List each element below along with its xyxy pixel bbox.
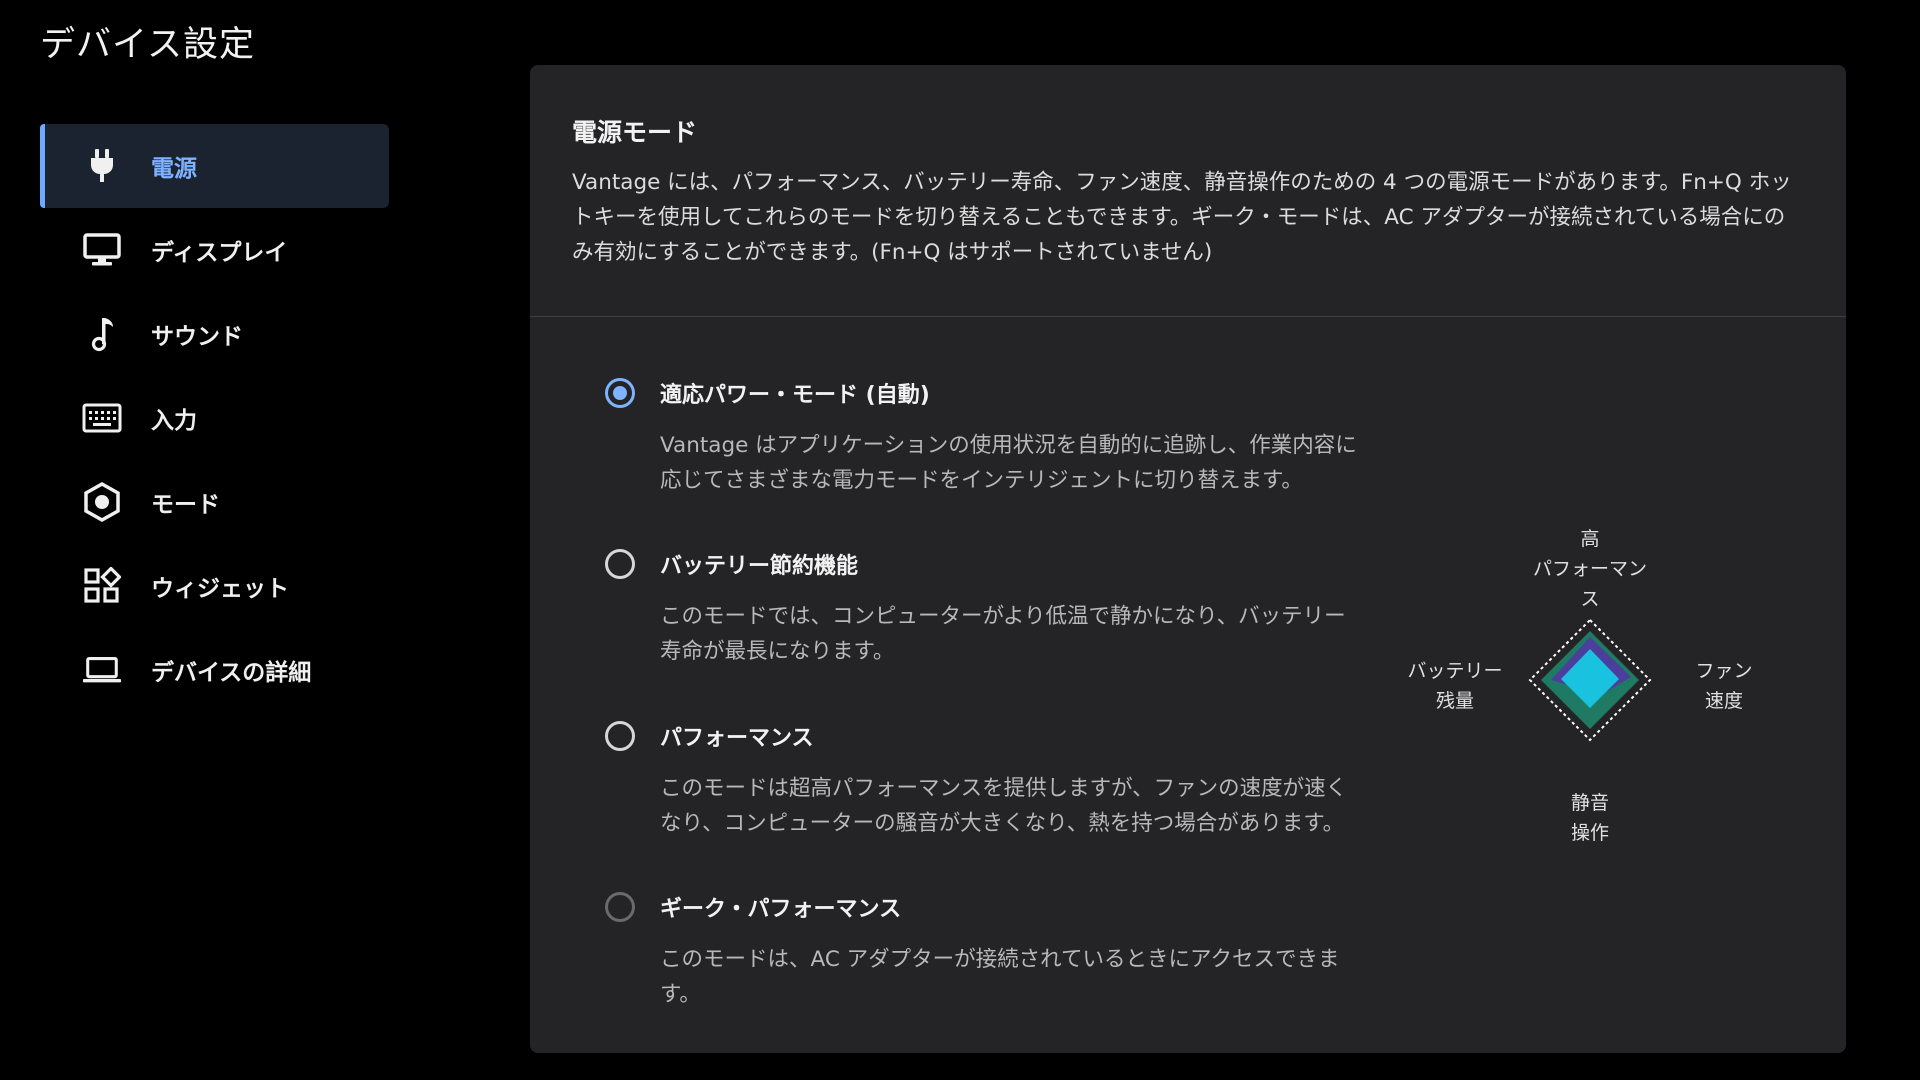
sidebar-item-label: 入力 bbox=[151, 408, 197, 434]
sidebar-item-sound[interactable]: サウンド bbox=[40, 292, 389, 376]
power-mode-header: 電源モード Vantage には、パフォーマンス、バッテリー寿命、ファン速度、静… bbox=[530, 65, 1846, 317]
section-title: 電源モード bbox=[572, 118, 698, 147]
option-description: Vantage はアプリケーションの使用状況を自動的に追跡し、作業内容に応じてさ… bbox=[660, 433, 1357, 493]
page-title: デバイス設定 bbox=[40, 25, 255, 65]
sidebar-item-label: デバイスの詳細 bbox=[151, 660, 312, 686]
plug-icon bbox=[82, 146, 122, 186]
sidebar-item-input[interactable]: 入力 bbox=[40, 376, 389, 460]
option-title: 適応パワー・モード (自動) bbox=[660, 383, 930, 408]
section-description: Vantage には、パフォーマンス、バッテリー寿命、ファン速度、静音操作のため… bbox=[572, 170, 1792, 265]
mode-radar-chart: 高 パフォーマンス ファン 速度 静音 操作 バッテリー 残量 bbox=[1380, 510, 1800, 870]
sidebar-item-label: サウンド bbox=[151, 324, 243, 350]
radar-label-performance: 高 パフォーマンス bbox=[1532, 528, 1647, 610]
sidebar-item-label: モード bbox=[151, 492, 220, 518]
laptop-icon bbox=[82, 650, 122, 690]
option-title: パフォーマンス bbox=[660, 726, 814, 751]
sidebar-item-label: 電源 bbox=[151, 156, 197, 182]
radar-label-fan-speed: ファン 速度 bbox=[1695, 660, 1753, 712]
radar-label-battery: バッテリー 残量 bbox=[1407, 660, 1503, 712]
sidebar-item-device-details[interactable]: デバイスの詳細 bbox=[40, 628, 389, 712]
option-title: ギーク・パフォーマンス bbox=[660, 897, 902, 922]
sidebar-item-widgets[interactable]: ウィジェット bbox=[40, 544, 389, 628]
sidebar-item-display[interactable]: ディスプレイ bbox=[40, 208, 389, 292]
sidebar-item-label: ウィジェット bbox=[151, 576, 289, 602]
radar-diamond bbox=[1528, 618, 1652, 742]
widgets-icon bbox=[82, 566, 122, 606]
option-description: このモードは、AC アダプターが接続されているときにアクセスできます。 bbox=[660, 947, 1340, 1007]
radar-label-quiet: 静音 操作 bbox=[1570, 792, 1609, 844]
hexagon-mode-icon bbox=[82, 482, 122, 522]
radio-adaptive-power[interactable] bbox=[605, 378, 635, 408]
keyboard-icon bbox=[82, 398, 122, 438]
music-note-icon bbox=[82, 314, 122, 354]
radio-battery-saver[interactable] bbox=[605, 549, 635, 579]
radio-geek-performance bbox=[605, 892, 635, 922]
option-title: バッテリー節約機能 bbox=[660, 554, 859, 579]
sidebar-item-label: ディスプレイ bbox=[151, 240, 288, 266]
sidebar-nav: 電源 ディスプレイ サウンド 入力 モード ウィジェット デバイスの詳細 bbox=[40, 124, 389, 712]
sidebar-item-power[interactable]: 電源 bbox=[40, 124, 389, 208]
monitor-icon bbox=[82, 230, 122, 270]
option-description: このモードでは、コンピューターがより低温で静かになり、バッテリー寿命が最長になり… bbox=[660, 604, 1346, 664]
sidebar-item-mode[interactable]: モード bbox=[40, 460, 389, 544]
option-description: このモードは超高パフォーマンスを提供しますが、ファンの速度が速くなり、コンピュー… bbox=[660, 776, 1348, 836]
radio-performance[interactable] bbox=[605, 721, 635, 751]
